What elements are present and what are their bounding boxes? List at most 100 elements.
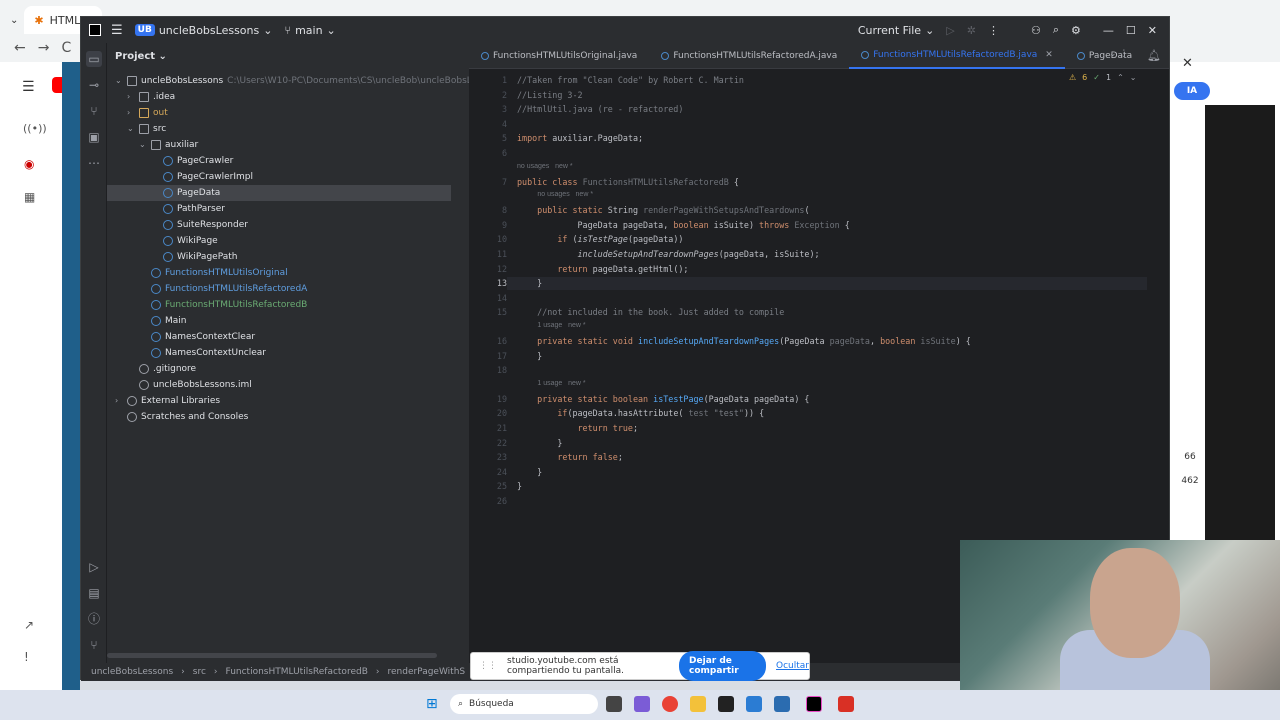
inspection-widget[interactable]: ⚠ 6 ✓ 1 ⌃ ⌄ bbox=[1069, 73, 1136, 82]
live-icon[interactable]: ((•)) bbox=[23, 122, 47, 135]
feedback-icon[interactable]: ! bbox=[24, 650, 29, 664]
editor-tab[interactable]: FunctionsHTMLUtilsRefactoredB.java ✕ bbox=[849, 43, 1065, 69]
tree-item[interactable]: PageData bbox=[107, 185, 451, 201]
tree-item[interactable]: ⌄ uncleBobsLessons C:\Users\W10-PC\Documen… bbox=[115, 73, 482, 89]
tree-item[interactable]: .gitignore bbox=[127, 361, 196, 377]
chevron-down-icon[interactable]: ⌄ bbox=[139, 137, 147, 153]
reload-icon[interactable]: C bbox=[61, 40, 71, 56]
tree-item[interactable]: SuiteResponder bbox=[151, 217, 248, 233]
code-line[interactable]: } bbox=[517, 467, 542, 477]
chevron-right-icon[interactable]: › bbox=[127, 105, 135, 121]
structure-icon[interactable]: ▣ bbox=[86, 129, 102, 145]
code-line[interactable]: return pageData.getHtml(); bbox=[517, 264, 688, 274]
notes-icon[interactable] bbox=[774, 696, 790, 712]
terminal-app-icon[interactable] bbox=[718, 696, 734, 712]
tree-item[interactable]: ⌄ src bbox=[127, 121, 166, 137]
run-config-selector[interactable]: Current File ⌄ bbox=[858, 24, 934, 37]
debug-icon[interactable]: ✲ bbox=[967, 24, 976, 37]
chevron-down-icon[interactable]: ⌄ bbox=[127, 121, 135, 137]
intellij-icon[interactable] bbox=[806, 696, 822, 712]
taskbar-search[interactable]: ⌕ Búsqueda bbox=[450, 694, 598, 714]
editor-tab[interactable]: FunctionsHTMLUtilsRefactoredA.java bbox=[649, 43, 849, 69]
commit-icon[interactable]: ⊸ bbox=[86, 77, 102, 93]
editor-tab[interactable]: FunctionsHTMLUtilsOriginal.java bbox=[469, 43, 649, 69]
tree-item[interactable]: WikiPagePath bbox=[151, 249, 237, 265]
search-icon[interactable]: ⌕ bbox=[1053, 23, 1059, 37]
tree-item[interactable]: FunctionsHTMLUtilsRefactoredB bbox=[139, 297, 307, 313]
chevron-right-icon[interactable]: › bbox=[115, 393, 123, 409]
tab-list-icon[interactable]: ⌄ ⋮ bbox=[1109, 49, 1128, 59]
code-line[interactable]: //HtmlUtil.java (re - refactored) bbox=[517, 104, 683, 114]
breadcrumb-item[interactable]: renderPageWithS bbox=[387, 667, 465, 677]
maximize-icon[interactable]: ☐ bbox=[1126, 24, 1136, 37]
pull-requests-icon[interactable]: ⑂ bbox=[86, 103, 102, 119]
code-line[interactable]: } bbox=[517, 438, 562, 448]
chevron-down-icon[interactable]: ⌄ bbox=[115, 73, 123, 89]
run-icon[interactable]: ▷ bbox=[946, 24, 954, 37]
menu-icon[interactable]: ☰ bbox=[22, 79, 35, 95]
run-tool-icon[interactable]: ▷ bbox=[86, 559, 102, 575]
code-line[interactable]: import auxiliar.PageData; bbox=[517, 133, 643, 143]
camera-icon[interactable]: ◉ bbox=[24, 157, 34, 171]
more-icon[interactable]: ⋮ bbox=[988, 24, 999, 37]
code-hint[interactable]: no usages new * bbox=[537, 191, 593, 198]
code-hint[interactable]: 1 usage new * bbox=[537, 380, 585, 387]
code-line[interactable]: private static void includeSetupAndTeard… bbox=[517, 336, 971, 346]
forward-icon[interactable]: → bbox=[38, 40, 50, 56]
code-line[interactable]: public class FunctionsHTMLUtilsRefactore… bbox=[517, 177, 739, 187]
tab-menu-icon[interactable]: ⌄ bbox=[10, 15, 18, 26]
settings-icon[interactable]: ⚙ bbox=[1071, 24, 1081, 37]
code-line[interactable]: PageData pageData, boolean isSuite) thro… bbox=[517, 220, 850, 230]
notifications-icon[interactable]: 🔔︎ bbox=[1147, 49, 1161, 62]
chevron-up-icon[interactable]: ⌃ bbox=[1117, 73, 1124, 82]
tree-item[interactable]: FunctionsHTMLUtilsRefactoredA bbox=[139, 281, 307, 297]
start-icon[interactable]: ⊞ bbox=[426, 696, 442, 712]
tree-item[interactable]: NamesContextUnclear bbox=[139, 345, 266, 361]
tree-item[interactable]: › out bbox=[127, 105, 168, 121]
branch-switcher[interactable]: ⑂ main ⌄ bbox=[284, 24, 335, 37]
code-line[interactable]: //Listing 3-2 bbox=[517, 90, 583, 100]
code-line[interactable]: return false; bbox=[517, 452, 623, 462]
project-panel-header[interactable]: Project ⌄ bbox=[115, 51, 167, 62]
file-explorer-icon[interactable] bbox=[690, 696, 706, 712]
code-line[interactable]: return true; bbox=[517, 423, 639, 433]
code-hint[interactable]: no usages new * bbox=[517, 163, 573, 170]
code-line[interactable]: //not included in the book. Just added t… bbox=[517, 307, 784, 317]
pdf-icon[interactable] bbox=[838, 696, 854, 712]
horizontal-scrollbar[interactable] bbox=[107, 653, 437, 658]
back-icon[interactable]: ← bbox=[14, 40, 26, 56]
stop-sharing-button[interactable]: Dejar de compartir bbox=[679, 651, 767, 681]
tree-item[interactable]: Main bbox=[139, 313, 187, 329]
tree-item[interactable]: uncleBobsLessons.iml bbox=[127, 377, 252, 393]
main-menu-icon[interactable]: ☰ bbox=[111, 23, 123, 38]
code-hint[interactable]: 1 usage new * bbox=[537, 322, 585, 329]
code-line[interactable]: public static String renderPageWithSetup… bbox=[517, 205, 809, 215]
code-line[interactable]: includeSetupAndTeardownPages(pageData, i… bbox=[517, 249, 820, 259]
close-icon[interactable]: ✕ bbox=[1182, 56, 1193, 71]
code-line[interactable]: if (isTestPage(pageData)) bbox=[517, 234, 683, 244]
minimize-icon[interactable]: — bbox=[1103, 24, 1114, 37]
project-switcher[interactable]: UB uncleBobsLessons ⌄ bbox=[134, 24, 272, 37]
hide-link[interactable]: Ocultar bbox=[776, 661, 809, 671]
external-link-icon[interactable]: ↗ bbox=[24, 618, 34, 632]
problems-icon[interactable]: ⓘ bbox=[86, 611, 102, 627]
close-tab-icon[interactable]: ✕ bbox=[1045, 50, 1053, 60]
code-line[interactable]: } bbox=[517, 278, 542, 288]
tree-item[interactable]: NamesContextClear bbox=[139, 329, 255, 345]
tree-item[interactable]: FunctionsHTMLUtilsOriginal bbox=[139, 265, 288, 281]
tree-item[interactable]: › .idea bbox=[127, 89, 175, 105]
breadcrumb-item[interactable]: FunctionsHTMLUtilsRefactoredB bbox=[226, 667, 368, 677]
breadcrumb-item[interactable]: src bbox=[193, 667, 206, 677]
code-line[interactable]: private static boolean isTestPage(PageDa… bbox=[517, 394, 809, 404]
tree-item[interactable]: PageCrawler bbox=[151, 153, 233, 169]
drag-handle-icon[interactable]: ⋮⋮ bbox=[479, 661, 497, 671]
window-close-icon[interactable]: ✕ bbox=[1148, 24, 1157, 37]
tree-item[interactable]: ⌄ auxiliar bbox=[139, 137, 198, 153]
tree-item[interactable]: Scratches and Consoles bbox=[115, 409, 248, 425]
terminal-icon[interactable]: ▤ bbox=[86, 585, 102, 601]
code-line[interactable]: } bbox=[517, 481, 522, 491]
git-icon[interactable]: ⑂ bbox=[86, 637, 102, 653]
calculator-icon[interactable] bbox=[746, 696, 762, 712]
chrome-icon[interactable] bbox=[662, 696, 678, 712]
ia-badge[interactable]: IA bbox=[1174, 82, 1210, 100]
